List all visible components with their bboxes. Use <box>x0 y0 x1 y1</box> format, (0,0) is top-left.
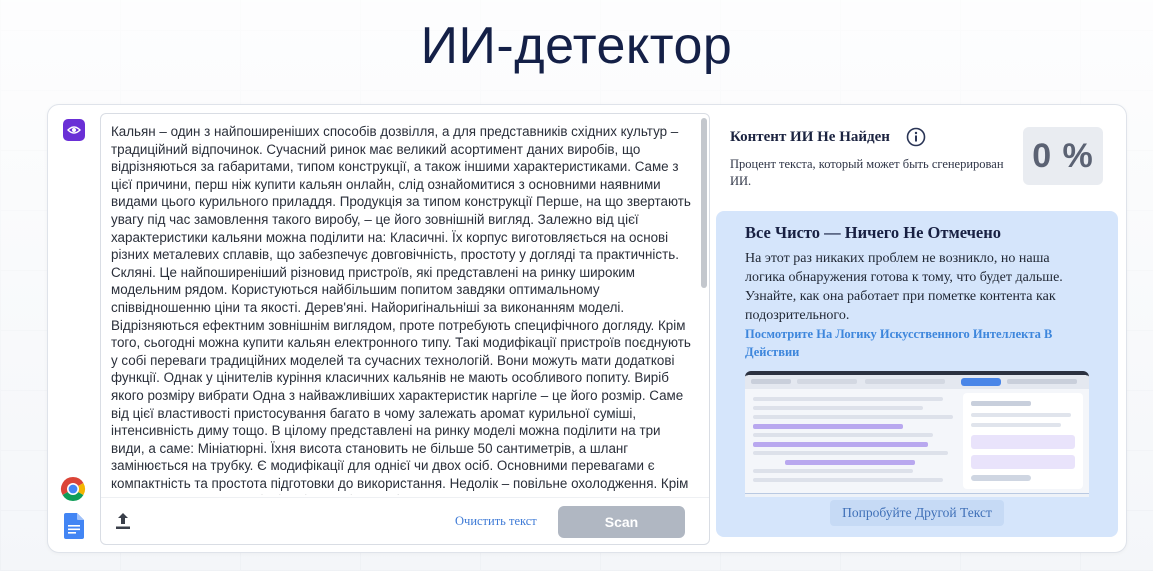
ai-logic-link[interactable]: Посмотрите На Логику Искусственного Инте… <box>745 325 1075 361</box>
google-docs-icon[interactable] <box>64 513 84 539</box>
source-rail <box>48 105 100 552</box>
chrome-icon[interactable] <box>59 475 87 503</box>
preview-image <box>745 371 1089 497</box>
info-icon[interactable] <box>906 127 926 147</box>
detector-card: Кальян – один з найпоширеніших способів … <box>47 104 1127 553</box>
panel-title: Все Чисто — Ничего Не Отмечено <box>745 223 1001 242</box>
result-description: Процент текста, который может быть сгене… <box>730 157 1004 188</box>
page-title: ИИ-детектор <box>420 17 733 75</box>
text-editor[interactable]: Кальян – один з найпоширеніших способів … <box>100 113 710 545</box>
upload-icon[interactable] <box>115 512 131 530</box>
preview-divider <box>745 493 1089 494</box>
try-another-text-button[interactable]: Попробуйте Другой Текст <box>830 500 1004 526</box>
ai-percent: 0 % <box>1023 127 1103 185</box>
editor-footer: Очистить текст Scan <box>101 497 709 544</box>
all-clear-panel: Все Чисто — Ничего Не Отмечено На этот р… <box>716 211 1118 537</box>
eye-icon[interactable] <box>63 119 85 141</box>
scan-button[interactable]: Scan <box>558 506 685 538</box>
result-summary: Контент ИИ Не Найден Процент текста, кот… <box>716 113 1118 207</box>
input-text[interactable]: Кальян – один з найпоширеніших способів … <box>111 123 693 495</box>
clear-text-button[interactable]: Очистить текст <box>455 514 537 529</box>
result-title: Контент ИИ Не Найден <box>730 129 890 145</box>
editor-scrollbar[interactable] <box>701 118 707 288</box>
panel-body: На этот раз никаких проблем не возникло,… <box>745 251 1063 323</box>
